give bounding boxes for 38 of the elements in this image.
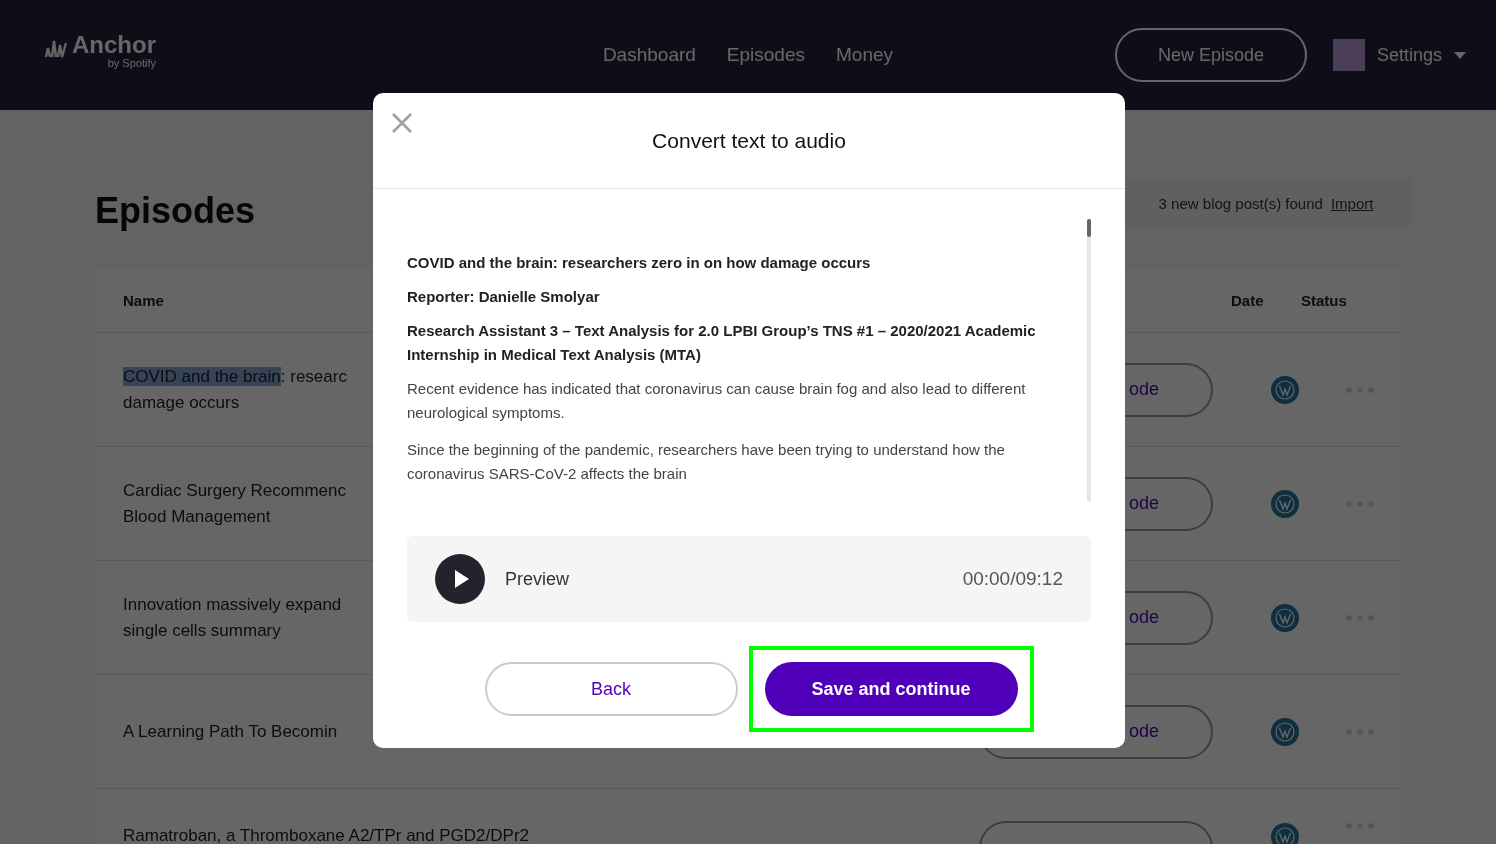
column-header: Status [1301, 291, 1348, 309]
back-button[interactable]: Back [484, 662, 738, 716]
article-paragraph: Recent evidence has indicated that coronavirus can cause brain fog and also lead to different neurological symptoms. [407, 379, 1027, 423]
save-and-continue-button[interactable]: Save and continue [764, 662, 1018, 716]
episode-name[interactable]: single cells summary [123, 617, 281, 644]
article-paragraph: Research Assistant 3 – Text Analysis for 2.0 LPBI Group’s TNS #1 – 2020/2021 Academic Internship in Medical Text Analysis (MTA) [407, 321, 1037, 365]
preview-label: Preview [505, 568, 571, 590]
wordpress-icon [1271, 489, 1299, 518]
wordpress-icon [1271, 375, 1299, 404]
nav-link[interactable]: Episodes [726, 44, 805, 66]
settings-menu[interactable]: Settings [1376, 44, 1466, 66]
blog-notice-text: 3 new blog post(s) found [1158, 194, 1323, 212]
episode-name[interactable]: damage occurs [123, 389, 240, 416]
episode-name[interactable]: Innovation massively expand [123, 591, 342, 618]
article-paragraph: COVID and the brain: researchers zero in on how damage occurs [407, 253, 872, 273]
wordpress-icon [1271, 603, 1299, 632]
column-header: Date [1231, 291, 1265, 309]
nav-link[interactable]: Money [836, 44, 894, 66]
episode-name[interactable]: Cardiac Surgery Recommenc [123, 477, 346, 504]
play-icon[interactable] [435, 554, 485, 604]
logo-text[interactable]: Anchor [72, 31, 156, 59]
episode-name[interactable]: Ramatroban, a Thromboxane A2/TPr and PGD2/DPr2 [123, 823, 529, 844]
avatar-image[interactable] [1332, 39, 1365, 71]
episode-name[interactable]: A Learning Path To Becomin [123, 718, 338, 745]
page-title: Episodes [95, 190, 256, 232]
caret-icon [1454, 51, 1466, 59]
close-icon[interactable] [392, 113, 412, 133]
time-readout: 00:00/09:12 [962, 568, 1063, 590]
wordpress-icon [1271, 717, 1299, 746]
dialog-title: Convert text to audio [652, 128, 846, 153]
article-paragraph: Since the beginning of the pandemic, researchers have been trying to understand how the coronavirus SARS-CoV-2 affects the brain [407, 440, 1006, 484]
episode-name[interactable]: Blood Management [123, 503, 271, 530]
nav-link[interactable]: Dashboard [602, 44, 696, 66]
column-header: Name [123, 291, 164, 309]
new-episode-button[interactable]: New Episode [1114, 28, 1307, 82]
logo-subtitle: by Spotify [107, 57, 156, 69]
article-paragraph: Reporter: Danielle Smolyar [407, 287, 601, 307]
import-link[interactable]: Import [1330, 194, 1374, 212]
